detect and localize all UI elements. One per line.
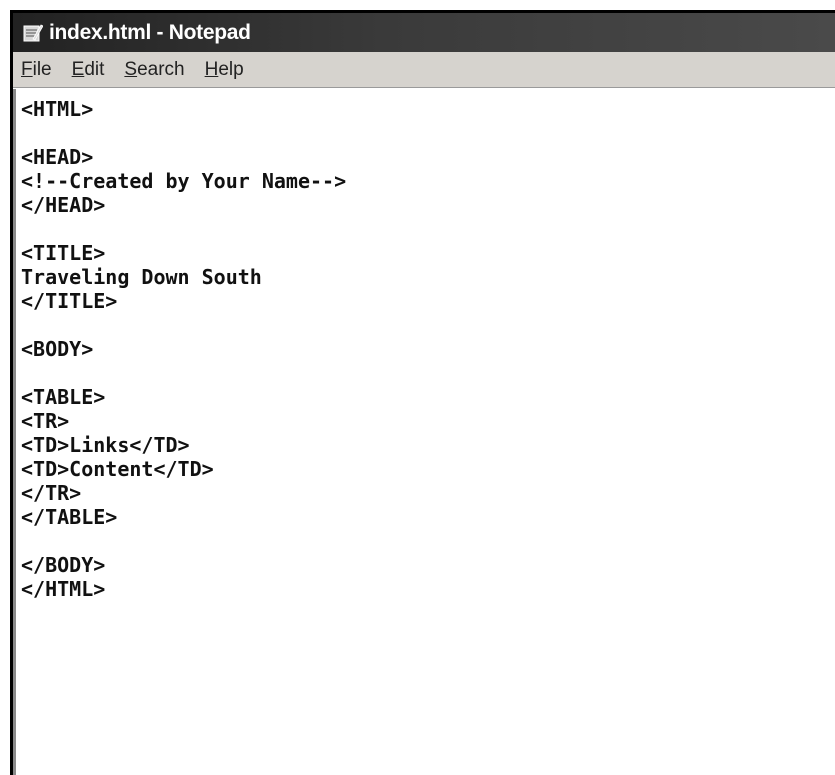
menu-edit-accel: E <box>71 58 85 80</box>
menu-help-rest: elp <box>218 58 244 80</box>
editor-line: </BODY> <box>21 553 106 577</box>
menu-file-accel: F <box>21 58 33 80</box>
text-editor[interactable]: <HTML> <HEAD> <!--Created by Your Name--… <box>13 89 835 775</box>
editor-line: </HEAD> <box>21 193 106 217</box>
menu-help-accel: H <box>204 58 219 80</box>
menu-file[interactable]: File <box>21 59 52 81</box>
editor-line: <TITLE> <box>21 241 106 265</box>
editor-line: <HTML> <box>21 97 94 121</box>
editor-line: <HEAD> <box>21 145 94 169</box>
menu-search-accel: S <box>124 58 138 80</box>
editor-line: <TABLE> <box>21 385 106 409</box>
menu-file-rest: ile <box>32 58 52 80</box>
editor-line: </TABLE> <box>21 505 118 529</box>
editor-line: <!--Created by Your Name--> <box>21 169 347 193</box>
editor-line: Traveling Down South <box>21 265 262 289</box>
editor-line: </HTML> <box>21 577 106 601</box>
editor-line: </TR> <box>21 481 82 505</box>
menu-edit-rest: dit <box>84 58 105 80</box>
notepad-window: index.html - Notepad File Edit Search He… <box>10 10 835 775</box>
title-bar[interactable]: index.html - Notepad <box>13 13 835 52</box>
editor-line: <BODY> <box>21 337 94 361</box>
menu-bar: File Edit Search Help <box>13 52 835 88</box>
menu-search-rest: earch <box>137 58 185 80</box>
window-title: index.html - Notepad <box>49 20 251 44</box>
editor-line: </TITLE> <box>21 289 118 313</box>
editor-line: <TR> <box>21 409 70 433</box>
menu-edit[interactable]: Edit <box>72 59 105 81</box>
editor-line: <TD>Content</TD> <box>21 457 214 481</box>
menu-help[interactable]: Help <box>205 59 244 81</box>
notepad-icon[interactable] <box>21 23 43 43</box>
menu-search[interactable]: Search <box>124 59 184 81</box>
editor-line: <TD>Links</TD> <box>21 433 190 457</box>
